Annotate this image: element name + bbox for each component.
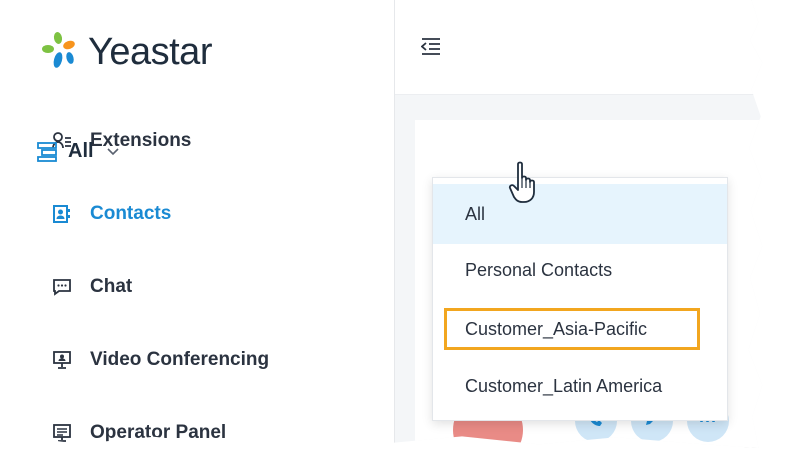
sidebar-item-label: Operator Panel bbox=[90, 422, 227, 443]
chat-icon bbox=[52, 277, 72, 297]
sidebar-item-label: Contacts bbox=[90, 203, 172, 224]
contacts-icon bbox=[52, 204, 72, 224]
filter-list-icon bbox=[36, 141, 58, 163]
logo: Yeastar bbox=[38, 30, 212, 74]
hand-cursor-icon bbox=[508, 160, 542, 209]
sidebar-item-label: Video Conferencing bbox=[90, 349, 270, 370]
yeastar-logo-icon bbox=[42, 32, 75, 68]
sidebar-item-operator-panel[interactable]: Operator Panel bbox=[52, 422, 226, 444]
collapse-sidebar-icon[interactable] bbox=[420, 38, 441, 61]
dropdown-option-personal-contacts[interactable]: Personal Contacts bbox=[433, 240, 727, 300]
filter-selected-value: All bbox=[68, 140, 94, 162]
sidebar: Yeastar Extensions Contacts Chat Video C bbox=[0, 0, 395, 448]
contact-filter-select[interactable]: All bbox=[36, 140, 120, 163]
brand-name: Yeastar bbox=[88, 30, 212, 73]
sidebar-item-chat[interactable]: Chat bbox=[52, 276, 132, 298]
option-label: All bbox=[465, 203, 486, 224]
operator-panel-icon bbox=[52, 423, 72, 443]
dropdown-option-customer-latin-america[interactable]: Customer_Latin America bbox=[433, 356, 727, 416]
screenshot-frame: Yeastar Extensions Contacts Chat Video C bbox=[0, 0, 763, 448]
top-bar bbox=[395, 0, 763, 95]
chevron-down-icon bbox=[106, 147, 120, 157]
video-conferencing-icon bbox=[52, 350, 72, 370]
option-label: Customer_Latin America bbox=[465, 375, 663, 396]
sidebar-item-video-conferencing[interactable]: Video Conferencing bbox=[52, 349, 269, 371]
sidebar-item-label: Chat bbox=[90, 276, 133, 297]
filter-dropdown-menu: All Personal Contacts Customer_Asia-Paci… bbox=[432, 177, 728, 421]
dropdown-option-all[interactable]: All bbox=[433, 184, 727, 244]
annotation-highlight-box bbox=[444, 308, 700, 350]
sidebar-item-contacts[interactable]: Contacts bbox=[52, 203, 171, 225]
option-label: Personal Contacts bbox=[465, 259, 613, 280]
